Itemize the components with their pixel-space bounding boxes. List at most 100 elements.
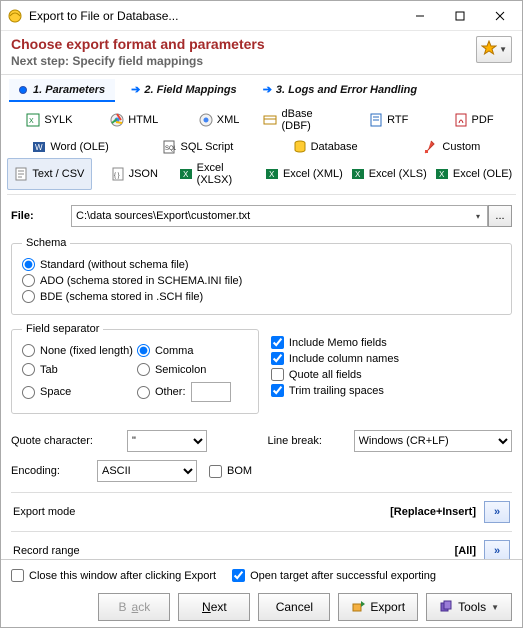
ellipsis-icon: ... xyxy=(495,210,504,222)
tools-icon xyxy=(439,599,453,616)
rtf-icon xyxy=(369,113,383,127)
minimize-button[interactable] xyxy=(400,2,440,30)
format-rtf[interactable]: RTF xyxy=(346,104,431,136)
section-export-mode: Export mode [Replace+Insert] » xyxy=(11,492,512,531)
sep-space[interactable]: Space xyxy=(22,382,133,402)
section-record-range: Record range [All] » xyxy=(11,531,512,559)
opt-open-target[interactable]: Open target after successful exporting xyxy=(232,569,436,582)
format-text-csv[interactable]: Text / CSV xyxy=(7,158,92,190)
favorites-button[interactable]: ▼ xyxy=(476,36,512,63)
schema-ado[interactable]: ADO (schema stored in SCHEMA.INI file) xyxy=(22,274,501,287)
schema-standard[interactable]: Standard (without schema file) xyxy=(22,258,501,271)
schema-group: Schema Standard (without schema file) AD… xyxy=(11,237,512,315)
opt-bom[interactable]: BOM xyxy=(209,465,252,478)
linebreak-combo[interactable]: Windows (CR+LF) xyxy=(354,430,513,452)
format-excel-ole[interactable]: XExcel (OLE) xyxy=(431,158,516,190)
sql-icon: SQL xyxy=(162,140,176,154)
encoding-label: Encoding: xyxy=(11,465,91,477)
browse-button[interactable]: ... xyxy=(488,205,512,227)
custom-icon xyxy=(424,140,438,154)
format-sql[interactable]: SQLSQL Script xyxy=(134,136,261,158)
page-title: Choose export format and parameters xyxy=(11,36,476,52)
format-word[interactable]: WWord (OLE) xyxy=(7,136,134,158)
tab-logs[interactable]: ➔3. Logs and Error Handling xyxy=(253,79,427,102)
text-icon xyxy=(14,167,28,181)
schema-bde[interactable]: BDE (schema stored in .SCH file) xyxy=(22,290,501,303)
sep-none[interactable]: None (fixed length) xyxy=(22,344,133,357)
chevron-down-icon[interactable]: ▾ xyxy=(476,212,480,221)
chrome-icon xyxy=(199,113,213,127)
json-icon: { } xyxy=(111,167,125,181)
export-icon xyxy=(351,599,365,616)
bullet-icon xyxy=(19,86,27,94)
format-xlsx[interactable]: XExcel (XLSX) xyxy=(177,158,262,190)
back-button[interactable]: Back xyxy=(98,593,170,621)
tools-button[interactable]: Tools ▼ xyxy=(426,593,512,621)
quote-combo[interactable]: " xyxy=(127,430,207,452)
sylk-icon: X xyxy=(26,113,40,127)
svg-text:X: X xyxy=(183,170,189,179)
encoding-combo[interactable]: ASCII xyxy=(97,460,197,482)
window-title: Export to File or Database... xyxy=(29,9,400,23)
format-custom[interactable]: Custom xyxy=(389,136,516,158)
format-dbase[interactable]: dBase (DBF) xyxy=(261,104,346,136)
excel-icon: X xyxy=(435,167,449,181)
sep-comma[interactable]: Comma xyxy=(137,344,248,357)
format-sylk[interactable]: XSYLK xyxy=(7,104,92,136)
arrow-right-icon: ➔ xyxy=(131,83,140,96)
format-excel-xml[interactable]: XExcel (XML) xyxy=(261,158,346,190)
header: Choose export format and parameters Next… xyxy=(1,31,522,75)
svg-text:X: X xyxy=(439,170,445,179)
format-html[interactable]: HTML xyxy=(92,104,177,136)
file-path-input[interactable] xyxy=(71,205,488,227)
expand-record-range[interactable]: » xyxy=(484,540,510,559)
format-database[interactable]: Database xyxy=(262,136,389,158)
excel-icon: X xyxy=(265,167,279,181)
word-icon: W xyxy=(32,140,46,154)
opt-quote[interactable]: Quote all fields xyxy=(271,368,512,381)
dbase-icon xyxy=(263,113,277,127)
file-label: File: xyxy=(11,210,63,222)
page-subtitle: Next step: Specify field mappings xyxy=(11,54,476,68)
separator-legend: Field separator xyxy=(22,323,103,335)
opt-trim[interactable]: Trim trailing spaces xyxy=(271,384,512,397)
format-pdf[interactable]: PDF xyxy=(431,104,516,136)
quote-label: Quote character: xyxy=(11,435,121,447)
cancel-button[interactable]: Cancel xyxy=(258,593,330,621)
schema-legend: Schema xyxy=(22,237,70,249)
database-icon xyxy=(293,140,307,154)
double-chevron-icon: » xyxy=(494,506,500,518)
export-button[interactable]: Export xyxy=(338,593,418,621)
expand-export-mode[interactable]: » xyxy=(484,501,510,523)
chevron-down-icon: ▼ xyxy=(491,603,499,612)
app-icon xyxy=(7,8,23,24)
tab-parameters[interactable]: 1. Parameters xyxy=(9,79,115,102)
sep-other-input[interactable] xyxy=(191,382,231,402)
close-button[interactable] xyxy=(480,2,520,30)
pdf-icon xyxy=(454,113,468,127)
sep-semicolon[interactable]: Semicolon xyxy=(137,363,248,376)
sep-tab[interactable]: Tab xyxy=(22,363,133,376)
chevron-down-icon: ▼ xyxy=(499,45,507,54)
parameters-panel: File: ▾ ... Schema Standard (without sch… xyxy=(1,197,522,559)
format-json[interactable]: { }JSON xyxy=(92,158,177,190)
maximize-button[interactable] xyxy=(440,2,480,30)
svg-text:SQL: SQL xyxy=(165,146,176,152)
step-tabs: 1. Parameters ➔2. Field Mappings ➔3. Log… xyxy=(1,75,522,102)
opt-memo[interactable]: Include Memo fields xyxy=(271,336,512,349)
opt-cols[interactable]: Include column names xyxy=(271,352,512,365)
excel-icon: X xyxy=(179,167,193,181)
format-xml[interactable]: XML xyxy=(177,104,262,136)
arrow-right-icon: ➔ xyxy=(263,83,272,96)
double-chevron-icon: » xyxy=(494,545,500,557)
opt-close-window[interactable]: Close this window after clicking Export xyxy=(11,569,216,582)
tab-field-mappings[interactable]: ➔2. Field Mappings xyxy=(121,79,247,102)
export-dialog: Export to File or Database... Choose exp… xyxy=(0,0,523,628)
star-icon xyxy=(481,40,497,59)
sep-other[interactable]: Other: xyxy=(137,382,248,402)
next-button[interactable]: Next xyxy=(178,593,250,621)
svg-text:W: W xyxy=(35,143,43,152)
separator-group: Field separator None (fixed length) Comm… xyxy=(11,323,259,414)
format-xls[interactable]: XExcel (XLS) xyxy=(346,158,431,190)
svg-text:X: X xyxy=(355,170,361,179)
